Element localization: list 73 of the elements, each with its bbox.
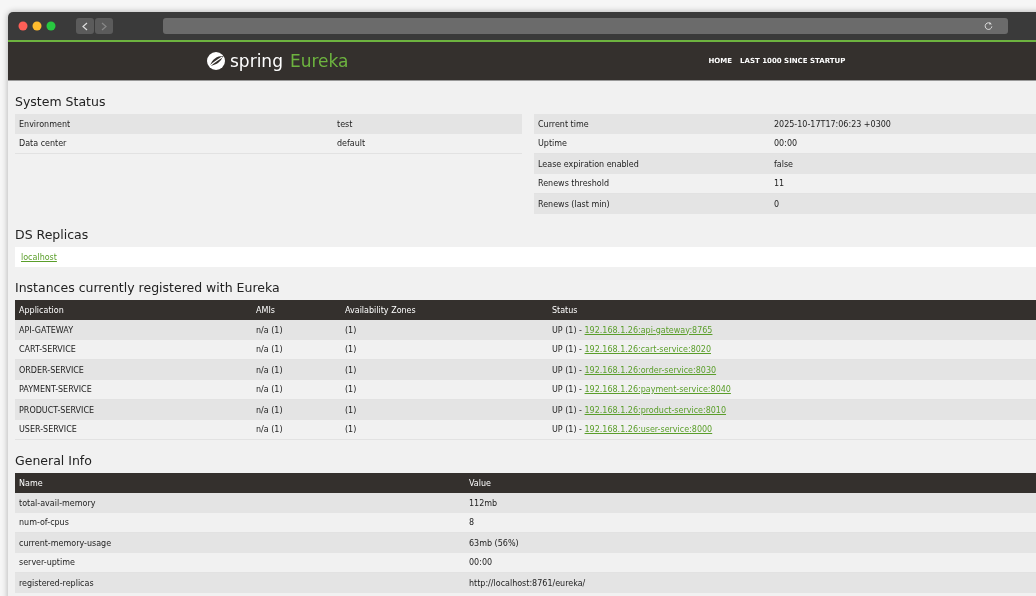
table-cell-text: 0 bbox=[773, 199, 780, 209]
table-cell-text: num-of-cpus bbox=[18, 518, 70, 527]
table-cell-text: Environment bbox=[18, 119, 72, 129]
table-cell-text: n/a (1) bbox=[255, 385, 284, 394]
table-cell-text: (1) bbox=[344, 365, 358, 375]
status-text: UP (1) - bbox=[551, 325, 583, 335]
table-cell-text: 00:00 bbox=[468, 558, 493, 567]
status-text: UP (1) - bbox=[551, 425, 583, 434]
table-cell-text: 00:00 bbox=[773, 139, 798, 148]
product-name: Eureka bbox=[289, 51, 349, 71]
table-cell-text: Renews (last min) bbox=[537, 199, 611, 209]
status-text: UP (1) - bbox=[551, 385, 583, 394]
table-cell-text: n/a (1) bbox=[255, 325, 284, 335]
instance-link[interactable]: 192.168.1.26:cart-service:8020 bbox=[584, 345, 711, 354]
table-cell-text: 2025-10-17T17:06:23 +0300 bbox=[773, 119, 891, 129]
instance-link[interactable]: 192.168.1.26:user-service:8000 bbox=[584, 425, 713, 434]
table-cell-text: server-uptime bbox=[18, 558, 76, 567]
table-cell-text: ORDER-SERVICE bbox=[18, 365, 85, 375]
table-cell-text: (1) bbox=[344, 345, 358, 354]
table-cell-text: Lease expiration enabled bbox=[537, 159, 640, 169]
leaf-logo-icon bbox=[206, 51, 226, 71]
table-cell-text: Current time bbox=[537, 119, 590, 129]
table-cell-text: 8 bbox=[468, 518, 475, 527]
instance-link[interactable]: 192.168.1.26:product-service:8010 bbox=[584, 405, 727, 415]
table-cell-text: PRODUCT-SERVICE bbox=[18, 405, 96, 415]
table-cell-text: Renews threshold bbox=[537, 179, 611, 188]
table-cell-text: (1) bbox=[344, 385, 358, 394]
table-cell-text: current-memory-usage bbox=[18, 538, 113, 548]
column-header: Status bbox=[551, 305, 578, 315]
table-cell-text: (1) bbox=[344, 425, 358, 434]
table-cell-text: 63mb (56%) bbox=[468, 538, 519, 548]
section-title: General Info bbox=[15, 452, 93, 470]
table-cell-text: 112mb bbox=[468, 498, 498, 508]
instance-link[interactable]: 192.168.1.26:order-service:8030 bbox=[584, 365, 717, 375]
table-cell-text: (1) bbox=[344, 325, 358, 335]
replica-link[interactable]: localhost bbox=[21, 252, 57, 262]
table-cell-text: USER-SERVICE bbox=[18, 425, 78, 434]
table-cell-text: 11 bbox=[773, 179, 785, 188]
table-cell-text: (1) bbox=[344, 405, 358, 415]
brand-name: spring bbox=[230, 51, 283, 71]
table-cell-text: n/a (1) bbox=[255, 345, 284, 354]
table-cell-text: Data center bbox=[18, 139, 68, 148]
section-title: System Status bbox=[15, 93, 107, 111]
back-button[interactable] bbox=[76, 18, 94, 34]
table-cell-text: n/a (1) bbox=[255, 425, 284, 434]
status-text: UP (1) - bbox=[551, 345, 583, 354]
instance-link[interactable]: 192.168.1.26:payment-service:8040 bbox=[584, 385, 731, 394]
table-cell-text: total-avail-memory bbox=[18, 498, 97, 508]
column-header: Application bbox=[18, 305, 65, 315]
table-cell-text: n/a (1) bbox=[255, 405, 284, 415]
table-cell-text: API-GATEWAY bbox=[18, 325, 75, 335]
table-cell-text: default bbox=[336, 139, 366, 148]
reload-icon[interactable] bbox=[984, 21, 993, 30]
chevron-left-icon bbox=[82, 21, 88, 31]
table-cell-text: registered-replicas bbox=[18, 578, 95, 588]
chevron-right-icon bbox=[101, 21, 107, 31]
status-text: UP (1) - bbox=[551, 405, 583, 415]
table-cell-text: http://localhost:8761/eureka/ bbox=[468, 578, 586, 588]
forward-button[interactable] bbox=[95, 18, 113, 34]
table-cell-text: test bbox=[336, 119, 353, 129]
table-cell-text: false bbox=[773, 159, 794, 169]
instance-link[interactable]: 192.168.1.26:api-gateway:8765 bbox=[584, 325, 713, 335]
table-cell-text: Uptime bbox=[537, 139, 568, 148]
status-text: UP (1) - bbox=[551, 365, 583, 375]
column-header: AMIs bbox=[255, 305, 276, 315]
section-title: Instances currently registered with Eureka bbox=[15, 279, 281, 297]
table-cell-text: CART-SERVICE bbox=[18, 345, 77, 354]
section-title: DS Replicas bbox=[15, 226, 90, 244]
table-cell-text: PAYMENT-SERVICE bbox=[18, 385, 93, 394]
column-header: Value bbox=[468, 478, 491, 488]
column-header: Availability Zones bbox=[344, 305, 417, 315]
column-header: Name bbox=[18, 478, 44, 488]
table-cell-text: n/a (1) bbox=[255, 365, 284, 375]
